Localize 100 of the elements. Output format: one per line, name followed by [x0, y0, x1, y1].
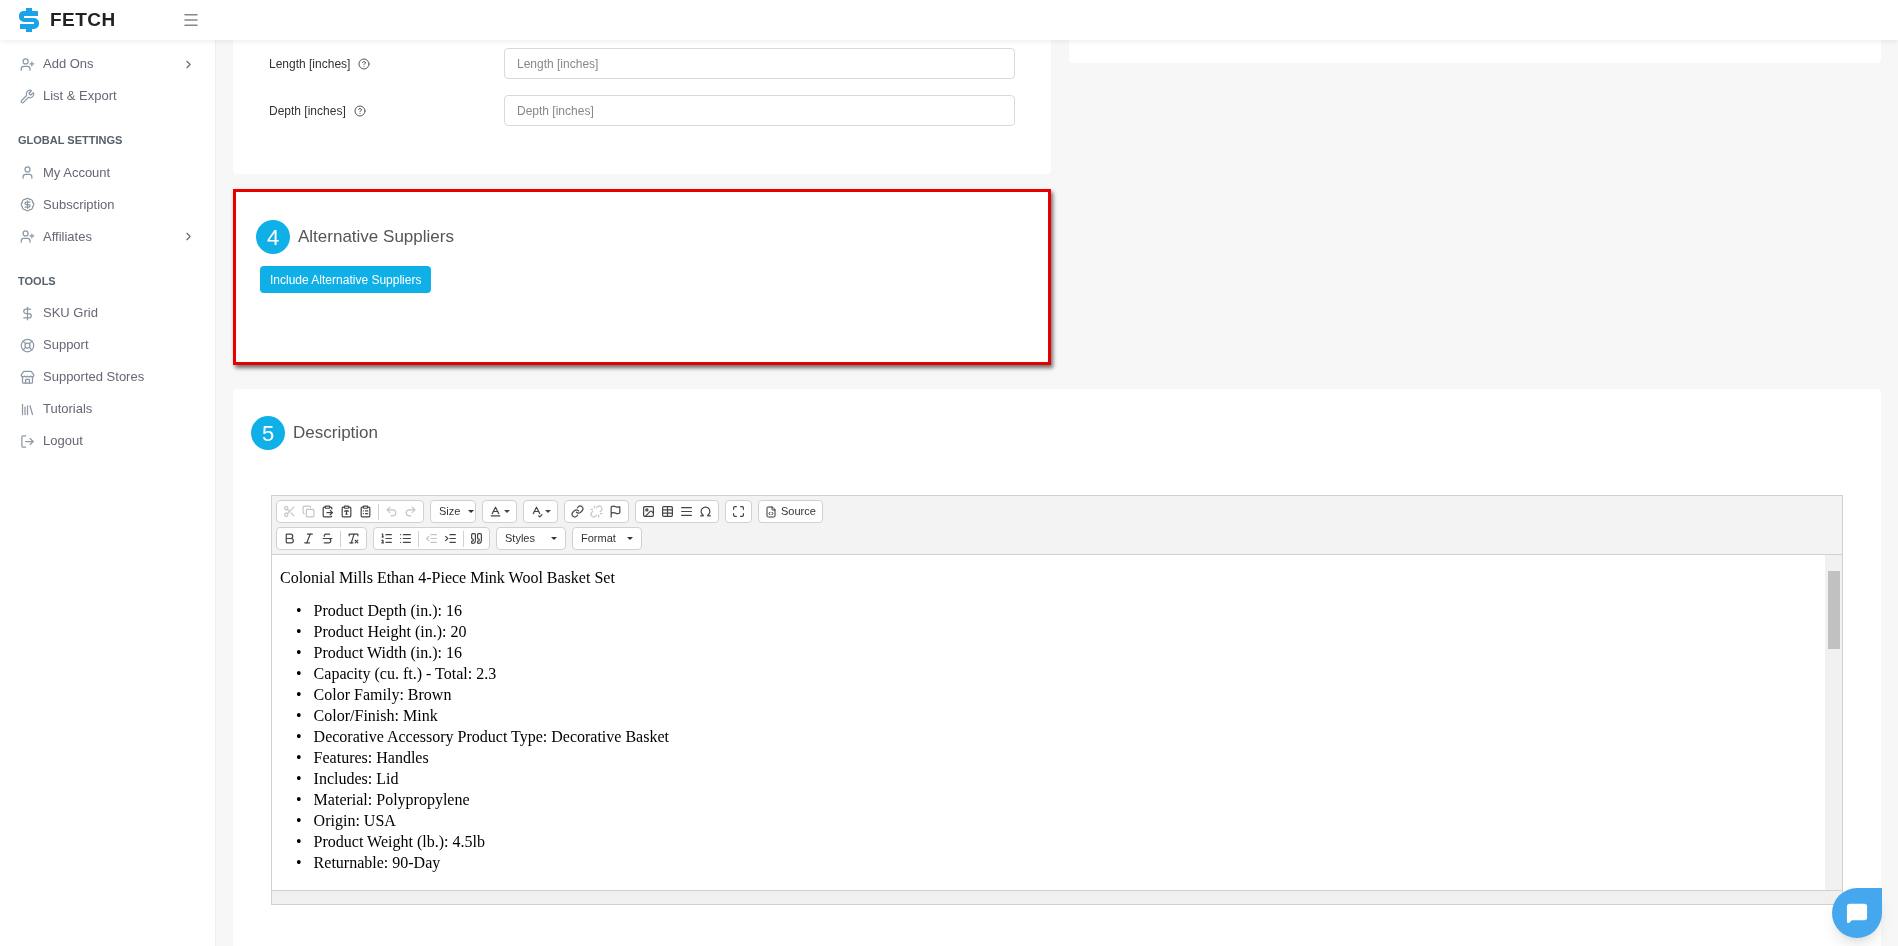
redo-icon — [404, 505, 417, 518]
brand-name: FETCH — [50, 7, 116, 32]
numbered-list-icon — [380, 532, 393, 545]
field-label: Length [inches] — [269, 55, 351, 73]
text-color-icon — [489, 505, 502, 518]
unlink-icon — [590, 505, 603, 518]
bullet-marker: • — [296, 706, 302, 726]
outdent-icon — [425, 532, 438, 545]
spellcheck-icon — [530, 505, 543, 518]
bullet-marker: • — [296, 601, 302, 621]
paste-word-icon — [359, 505, 372, 518]
undo-icon — [385, 505, 398, 518]
toolbar-button[interactable] — [442, 532, 459, 545]
sidebar-item[interactable]: List & Export — [0, 80, 215, 112]
sidebar-item[interactable]: Support — [0, 329, 215, 361]
section-title: Description — [293, 422, 379, 445]
section-heading: GLOBAL SETTINGS — [17, 133, 124, 148]
maximize-icon — [732, 505, 745, 518]
section-title: Alternative Suppliers — [298, 226, 454, 249]
caret-icon — [551, 537, 557, 540]
bullet-item: Product Depth (in.): 16 — [313, 601, 463, 621]
remove-format-icon — [347, 532, 360, 545]
dollar-icon — [20, 305, 35, 321]
help-icon[interactable] — [358, 57, 371, 70]
toolbar-button[interactable] — [397, 532, 414, 545]
source-icon — [765, 505, 777, 518]
toolbar-button[interactable] — [640, 505, 657, 518]
caret-icon — [468, 510, 475, 513]
bullet-item: Includes: Lid — [313, 769, 399, 789]
logo-icon — [16, 6, 42, 34]
bullet-item: Origin: USA — [313, 811, 396, 831]
italic-icon — [302, 532, 315, 545]
input-field[interactable]: Depth [inches] — [504, 95, 1015, 126]
bullet-marker: • — [296, 727, 302, 747]
sidebar-item[interactable]: Logout — [0, 425, 215, 457]
bullet-marker: • — [296, 790, 302, 810]
caret-icon — [545, 510, 551, 513]
content-title: Colonial Mills Ethan 4-Piece Mink Wool Basket Set — [280, 568, 616, 588]
bullet-item: Product Height (in.): 20 — [313, 622, 467, 642]
caret-icon — [504, 510, 510, 513]
omega-icon — [699, 505, 712, 518]
field-label: Depth [inches] — [269, 102, 346, 120]
bullet-item: Material: Polypropylene — [313, 790, 470, 810]
bullet-marker: • — [296, 853, 302, 873]
toolbar-button[interactable] — [378, 532, 395, 545]
strikethrough-icon — [321, 532, 334, 545]
scrollbar[interactable] — [1825, 555, 1842, 890]
books-icon — [20, 401, 35, 417]
sidebar-item[interactable]: Affiliates — [0, 220, 215, 253]
step-number: 5 — [251, 416, 285, 450]
indent-icon — [444, 532, 457, 545]
sidebar-item[interactable]: My Account — [0, 156, 215, 189]
bullet-item: Product Weight (lb.): 4.5lb — [313, 832, 485, 852]
bullet-item: Product Width (in.): 16 — [313, 643, 462, 663]
toolbar-dropdown[interactable]: Format — [577, 530, 637, 547]
paste-icon — [321, 505, 334, 518]
toolbar-button[interactable] — [569, 505, 586, 518]
toolbar-button[interactable] — [730, 505, 747, 518]
lifebuoy-icon — [20, 337, 35, 353]
sidebar-item[interactable]: Tutorials — [0, 393, 215, 425]
link-icon — [571, 505, 584, 518]
table-icon — [661, 505, 674, 518]
user-icon — [20, 165, 35, 180]
sidebar-item[interactable]: Add Ons — [0, 48, 215, 80]
toolbar-button[interactable] — [697, 505, 714, 518]
sidebar-item[interactable]: SKU Grid — [0, 297, 215, 329]
sidebar-item[interactable]: Subscription — [0, 188, 215, 221]
bold-icon — [283, 532, 296, 545]
user-plus-icon — [20, 56, 35, 72]
cut-icon — [283, 505, 296, 518]
bullet-item: Color/Finish: Mink — [313, 706, 438, 726]
section-heading: TOOLS — [17, 273, 57, 289]
bullet-item: Color Family: Brown — [313, 685, 452, 705]
horizontal-line-icon — [680, 505, 693, 518]
bullet-marker: • — [296, 685, 302, 705]
chat-icon — [1846, 902, 1868, 924]
menu-icon[interactable] — [182, 11, 200, 29]
toolbar-dropdown[interactable]: Size — [435, 503, 471, 520]
toolbar-dropdown[interactable]: Styles — [501, 530, 561, 547]
bullet-marker: • — [296, 643, 302, 663]
copy-icon — [302, 505, 315, 518]
caret-icon — [627, 537, 633, 540]
bullet-item: Returnable: 90-Day — [313, 853, 441, 873]
logout-icon — [20, 433, 35, 449]
toolbar-button[interactable] — [659, 505, 676, 518]
toolbar-button[interactable] — [678, 505, 695, 518]
input-field[interactable]: Length [inches] — [504, 48, 1015, 79]
source-button[interactable]: Source — [763, 503, 818, 520]
bulleted-list-icon — [399, 532, 412, 545]
bullet-marker: • — [296, 811, 302, 831]
bullet-marker: • — [296, 622, 302, 642]
bullet-marker: • — [296, 769, 302, 789]
bullet-item: Features: Handles — [313, 748, 429, 768]
toolbar-button[interactable] — [468, 532, 485, 545]
sidebar-item[interactable]: Supported Stores — [0, 361, 215, 393]
help-icon[interactable] — [353, 104, 366, 117]
user-plus-icon — [20, 229, 35, 244]
bullet-marker: • — [296, 832, 302, 852]
flag-icon — [609, 505, 622, 518]
bullet-item: Decorative Accessory Product Type: Decorative Basket — [313, 727, 669, 747]
